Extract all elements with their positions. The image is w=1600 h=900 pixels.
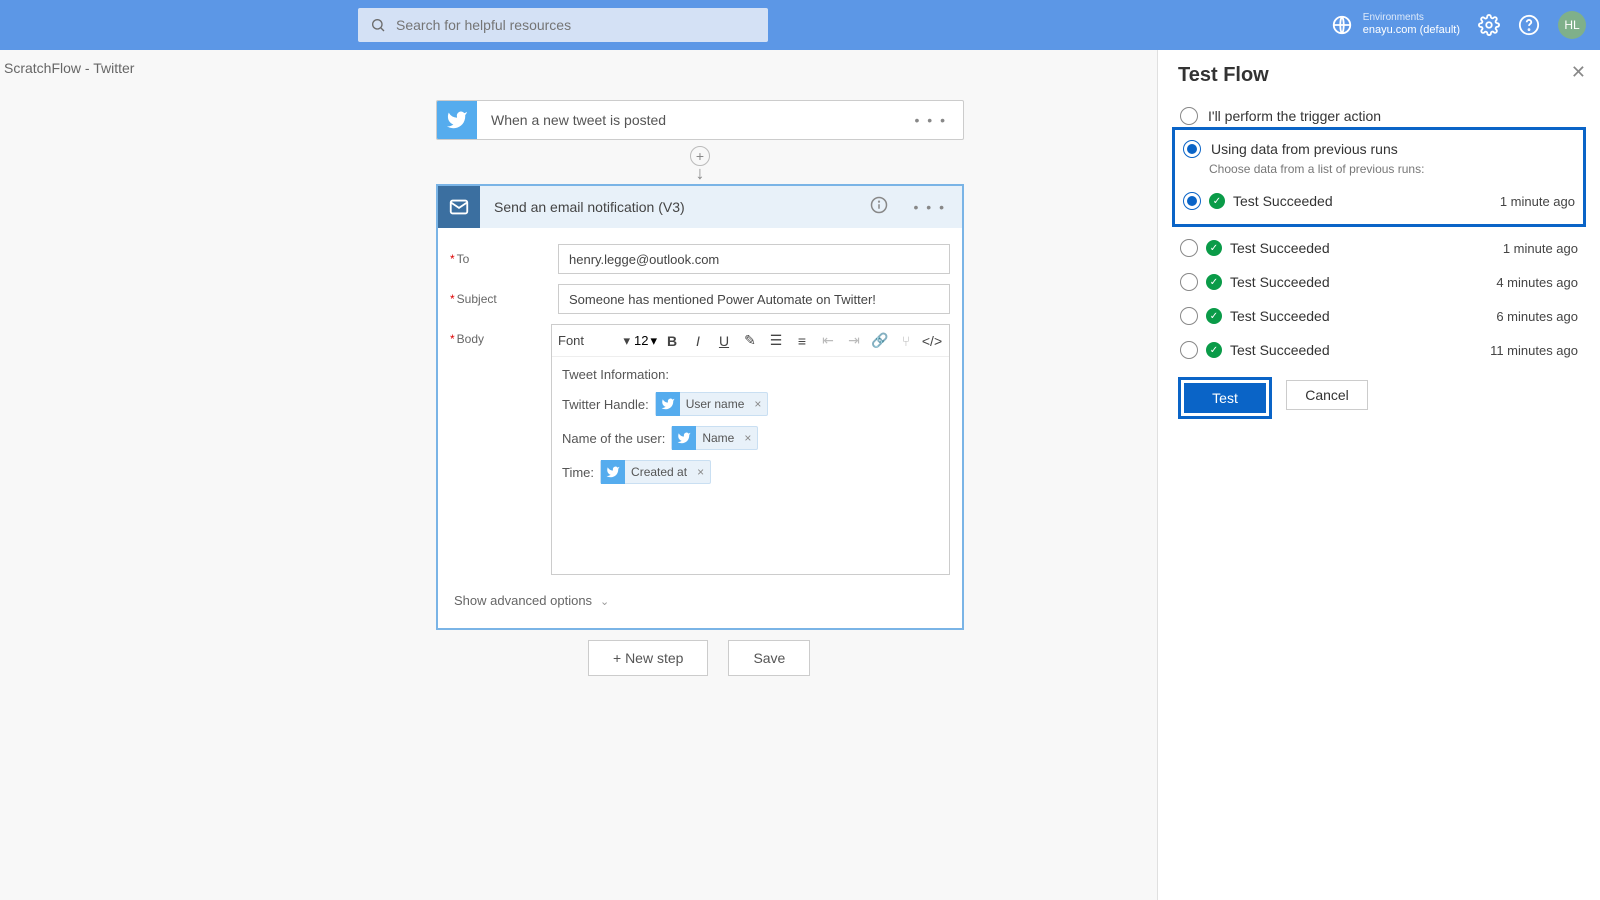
body-editor[interactable]: Font▾ 12▾ B I U ✎ ☰ ≡ ⇤ ⇥ 🔗 ⑂ </> xyxy=(551,324,950,575)
run-row-2[interactable]: ✓ Test Succeeded 4 minutes ago xyxy=(1178,265,1580,299)
italic-button[interactable]: I xyxy=(687,330,709,352)
link-button[interactable]: 🔗 xyxy=(869,330,891,352)
font-select[interactable]: Font▾ xyxy=(558,333,630,349)
twitter-token-icon xyxy=(601,460,625,484)
user-avatar[interactable]: HL xyxy=(1558,11,1586,39)
connector: + ↓ xyxy=(436,140,964,184)
env-value: enayu.com (default) xyxy=(1363,24,1460,37)
to-label: *To xyxy=(450,244,558,266)
editor-body[interactable]: Tweet Information: Twitter Handle: User … xyxy=(552,357,949,574)
panel-close-button[interactable]: ✕ xyxy=(1571,62,1586,83)
panel-title: Test Flow xyxy=(1178,64,1580,87)
to-input[interactable] xyxy=(558,244,950,274)
highlight-test-button: Test xyxy=(1178,377,1272,419)
token-username[interactable]: User name × xyxy=(655,392,769,416)
top-bar: Environments enayu.com (default) HL xyxy=(0,0,1600,50)
close-icon: ✕ xyxy=(1571,62,1586,82)
run-row-4[interactable]: ✓ Test Succeeded 11 minutes ago xyxy=(1178,333,1580,367)
test-button[interactable]: Test xyxy=(1184,383,1266,413)
option-previous-runs[interactable]: Using data from previous runs xyxy=(1181,134,1577,164)
action-header[interactable]: Send an email notification (V3) • • • xyxy=(438,186,962,228)
cancel-button[interactable]: Cancel xyxy=(1286,380,1368,410)
mail-icon xyxy=(438,186,480,228)
environment-icon xyxy=(1331,14,1353,36)
underline-button[interactable]: U xyxy=(713,330,735,352)
search-input[interactable] xyxy=(396,17,756,33)
test-flow-panel: Test Flow ✕ I'll perform the trigger act… xyxy=(1157,50,1600,900)
settings-button[interactable] xyxy=(1478,14,1500,36)
trigger-title: When a new tweet is posted xyxy=(477,112,899,128)
bottom-actions: + New step Save xyxy=(588,640,810,676)
twitter-icon xyxy=(437,100,477,140)
success-icon: ✓ xyxy=(1206,308,1222,324)
save-button[interactable]: Save xyxy=(728,640,810,676)
body-label: *Body xyxy=(450,324,551,346)
highlight-button[interactable]: ✎ xyxy=(739,330,761,352)
radio-icon xyxy=(1180,239,1198,257)
action-menu[interactable]: • • • xyxy=(898,199,962,215)
success-icon: ✓ xyxy=(1209,193,1225,209)
bold-button[interactable]: B xyxy=(661,330,683,352)
run-row-3[interactable]: ✓ Test Succeeded 6 minutes ago xyxy=(1178,299,1580,333)
gear-icon xyxy=(1478,14,1500,36)
info-button[interactable] xyxy=(860,196,898,219)
run-row-0[interactable]: ✓ Test Succeeded 1 minute ago xyxy=(1181,184,1577,218)
help-icon xyxy=(1518,14,1540,36)
unlink-button[interactable]: ⑂ xyxy=(895,330,917,352)
trigger-card[interactable]: When a new tweet is posted • • • xyxy=(436,100,964,140)
twitter-token-icon xyxy=(656,392,680,416)
success-icon: ✓ xyxy=(1206,274,1222,290)
radio-icon xyxy=(1180,341,1198,359)
action-card: Send an email notification (V3) • • • *T… xyxy=(436,184,964,630)
bullet-list-button[interactable]: ☰ xyxy=(765,330,787,352)
option-previous-subtext: Choose data from a list of previous runs… xyxy=(1209,162,1577,176)
chevron-down-icon: ⌄ xyxy=(600,596,609,608)
run-row-1[interactable]: ✓ Test Succeeded 1 minute ago xyxy=(1178,231,1580,265)
radio-selected-icon xyxy=(1183,140,1201,158)
indent-button[interactable]: ⇥ xyxy=(843,330,865,352)
number-list-button[interactable]: ≡ xyxy=(791,330,813,352)
font-size-select[interactable]: 12▾ xyxy=(634,333,657,349)
line1-label: Twitter Handle: xyxy=(562,397,649,412)
token-remove[interactable]: × xyxy=(693,465,704,479)
new-step-button[interactable]: + New step xyxy=(588,640,708,676)
flow-canvas: When a new tweet is posted • • • + ↓ Sen… xyxy=(436,100,964,630)
arrow-down-icon: ↓ xyxy=(696,164,705,182)
token-remove[interactable]: × xyxy=(740,431,751,445)
info-icon xyxy=(870,196,888,214)
subject-label: *Subject xyxy=(450,284,558,306)
search-box[interactable] xyxy=(358,8,768,42)
trigger-menu[interactable]: • • • xyxy=(899,112,963,128)
radio-icon xyxy=(1180,107,1198,125)
success-icon: ✓ xyxy=(1206,240,1222,256)
token-createdat[interactable]: Created at × xyxy=(600,460,711,484)
highlight-selected-option: Using data from previous runs Choose dat… xyxy=(1172,127,1586,227)
line2-label: Name of the user: xyxy=(562,431,665,446)
radio-icon xyxy=(1180,273,1198,291)
env-label: Environments xyxy=(1363,12,1460,24)
radio-icon xyxy=(1180,307,1198,325)
search-icon xyxy=(370,17,386,33)
twitter-token-icon xyxy=(672,426,696,450)
token-remove[interactable]: × xyxy=(750,397,761,411)
action-title: Send an email notification (V3) xyxy=(480,199,860,215)
radio-selected-icon xyxy=(1183,192,1201,210)
body-intro: Tweet Information: xyxy=(562,367,939,382)
topbar-right: Environments enayu.com (default) HL xyxy=(1331,11,1586,39)
subject-input[interactable] xyxy=(558,284,950,314)
outdent-button[interactable]: ⇤ xyxy=(817,330,839,352)
show-advanced-toggle[interactable]: Show advanced options⌄ xyxy=(450,585,950,618)
breadcrumb: ScratchFlow - Twitter xyxy=(4,60,134,76)
token-name[interactable]: Name × xyxy=(671,426,758,450)
environment-selector[interactable]: Environments enayu.com (default) xyxy=(1331,12,1460,37)
line3-label: Time: xyxy=(562,465,594,480)
code-view-button[interactable]: </> xyxy=(921,330,943,352)
help-button[interactable] xyxy=(1518,14,1540,36)
editor-toolbar: Font▾ 12▾ B I U ✎ ☰ ≡ ⇤ ⇥ 🔗 ⑂ </> xyxy=(552,325,949,357)
success-icon: ✓ xyxy=(1206,342,1222,358)
